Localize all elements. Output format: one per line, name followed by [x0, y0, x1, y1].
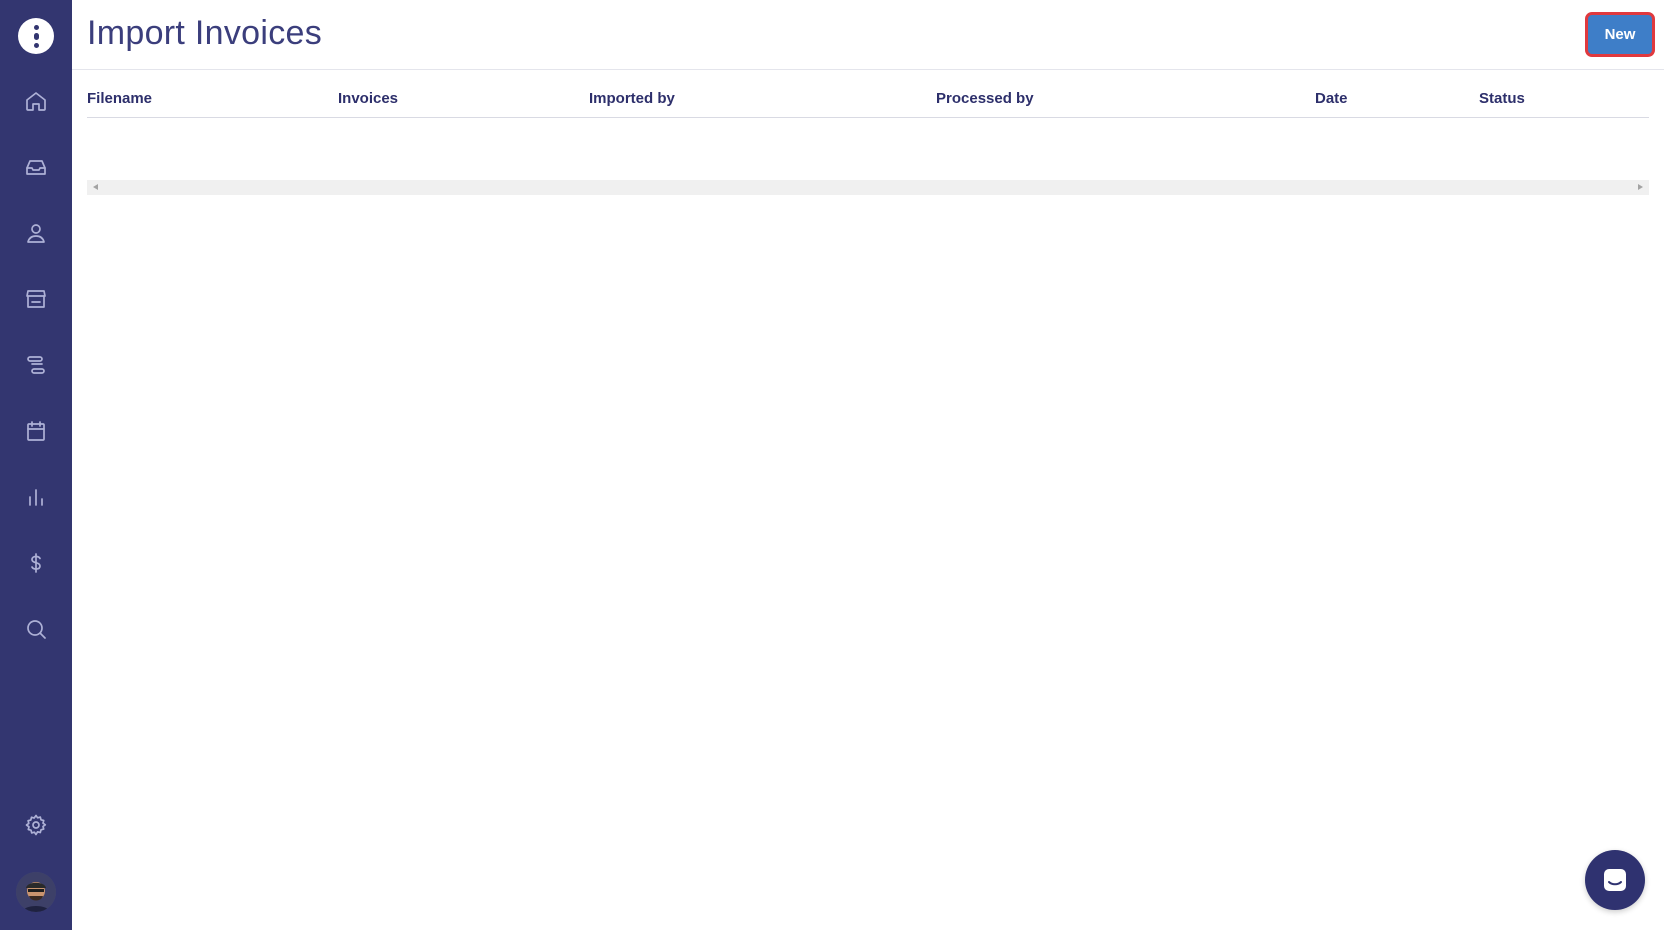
bar-chart-icon[interactable]	[22, 483, 50, 511]
table-header: Filename Invoices Imported by Processed …	[87, 90, 1649, 118]
gear-icon[interactable]	[22, 811, 50, 839]
column-header-invoices[interactable]: Invoices	[338, 90, 398, 107]
store-icon[interactable]	[22, 285, 50, 313]
calendar-icon[interactable]	[22, 417, 50, 445]
scroll-right-arrow-icon[interactable]	[1638, 184, 1643, 190]
home-icon[interactable]	[22, 87, 50, 115]
dollar-icon[interactable]	[22, 549, 50, 577]
column-header-imported-by[interactable]: Imported by	[589, 90, 675, 107]
main-content: Import Invoices New Filename Invoices Im…	[72, 0, 1664, 930]
page-title: Import Invoices	[87, 14, 323, 52]
header-divider	[72, 69, 1664, 70]
search-icon[interactable]	[22, 615, 50, 643]
app-logo[interactable]	[18, 18, 54, 54]
chat-icon	[1604, 869, 1626, 891]
chat-launcher-button[interactable]	[1585, 850, 1645, 910]
new-button[interactable]: New	[1585, 12, 1655, 57]
timeline-icon[interactable]	[22, 351, 50, 379]
column-header-date[interactable]: Date	[1315, 90, 1348, 107]
horizontal-scrollbar[interactable]	[87, 180, 1649, 195]
sidebar	[0, 0, 72, 930]
column-header-status[interactable]: Status	[1479, 90, 1525, 107]
avatar[interactable]	[16, 872, 56, 912]
user-icon[interactable]	[22, 219, 50, 247]
inbox-icon[interactable]	[22, 153, 50, 181]
column-header-processed-by[interactable]: Processed by	[936, 90, 1034, 107]
column-header-filename[interactable]: Filename	[87, 90, 152, 107]
scroll-left-arrow-icon[interactable]	[93, 184, 98, 190]
